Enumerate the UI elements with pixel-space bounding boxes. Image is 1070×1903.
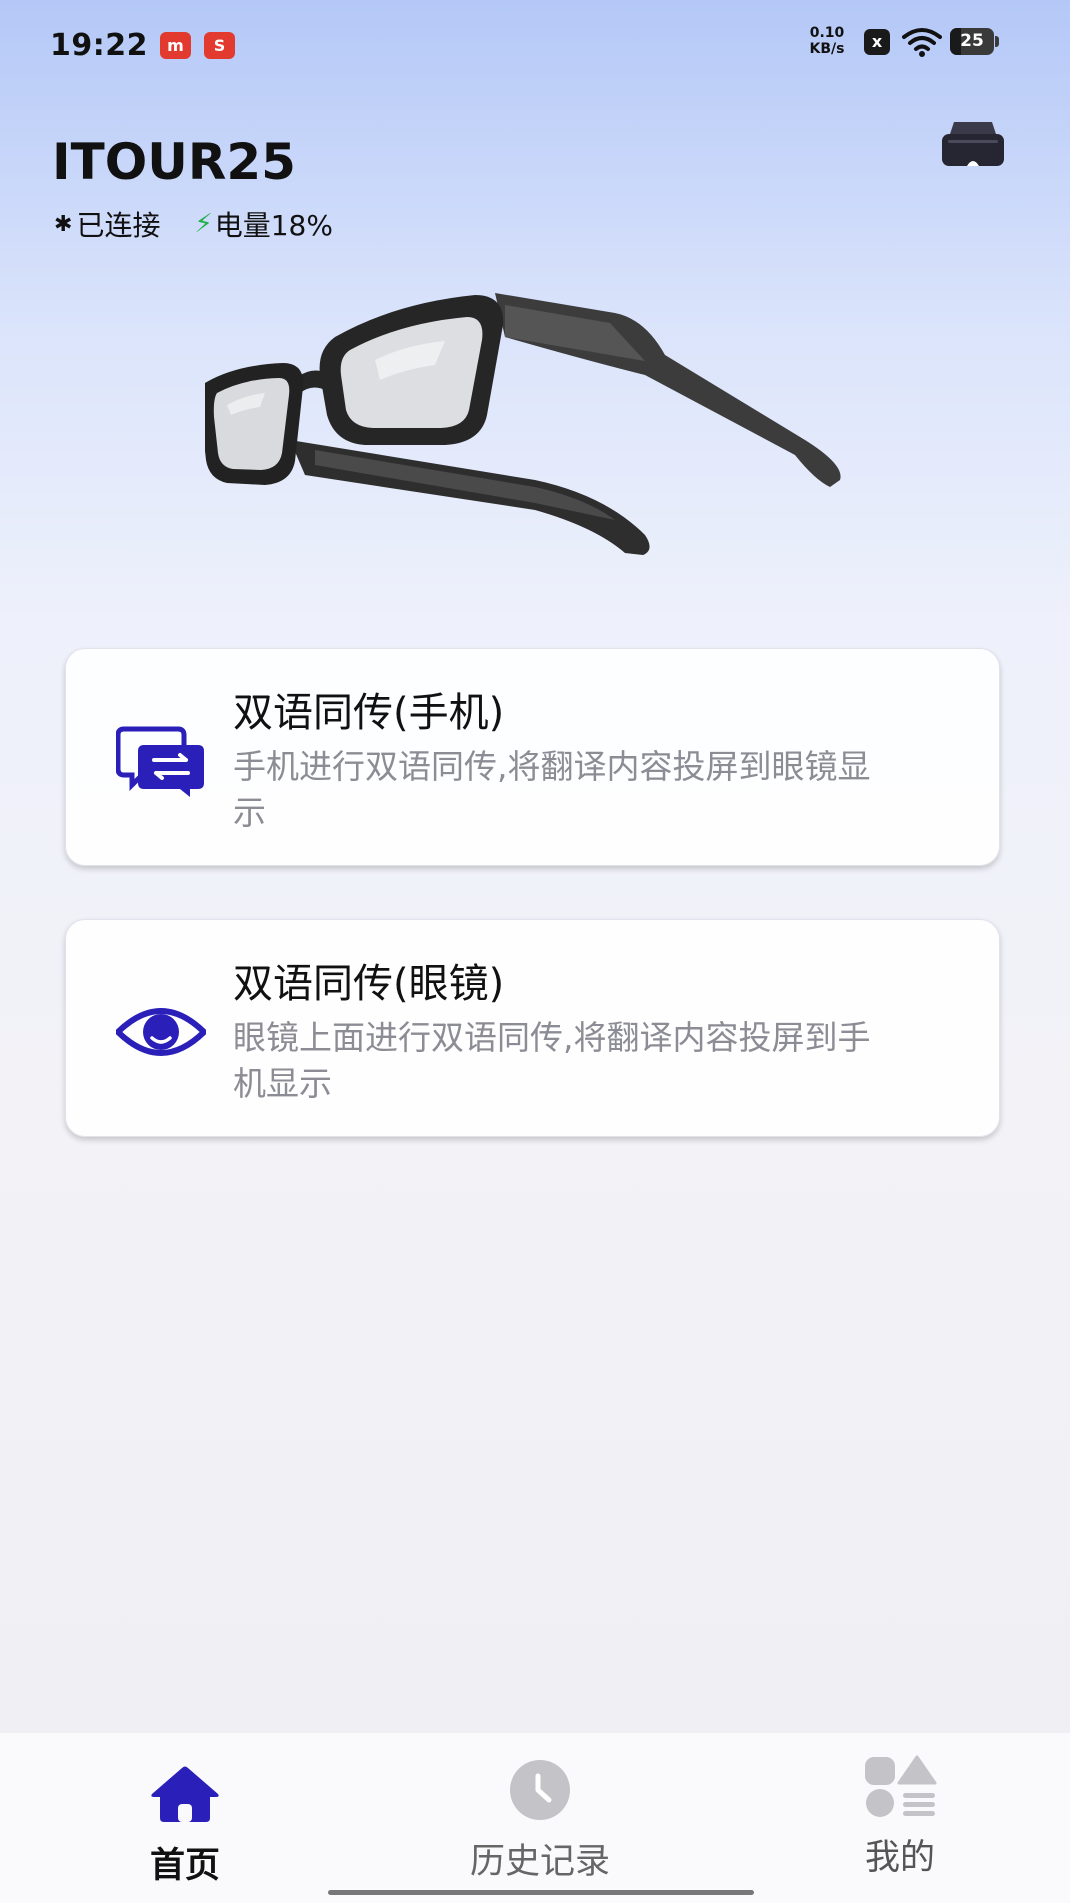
tab-mine[interactable]: 我的	[830, 1733, 970, 1883]
tab-history[interactable]: 历史记录	[430, 1733, 650, 1883]
app-notification-badge: S	[204, 32, 235, 59]
card-title: 双语同传(眼镜)	[233, 961, 505, 1007]
grid-icon	[865, 1755, 937, 1817]
connection-status: 已连接	[76, 209, 161, 242]
card-title: 双语同传(手机)	[233, 690, 505, 736]
battery-tip	[995, 36, 999, 47]
status-time: 19:22	[50, 28, 148, 63]
sim-card-icon: x	[864, 29, 890, 55]
tab-label: 首页	[149, 1846, 220, 1886]
chat-translate-icon	[116, 726, 204, 797]
home-icon	[151, 1766, 219, 1822]
bottom-tab-bar: 首页 历史记录 我的	[0, 1733, 1070, 1903]
home-indicator-bar[interactable]	[328, 1890, 754, 1895]
device-status: ✱ 已连接 ⚡ 电量18%	[54, 206, 333, 242]
network-speed: 0.10 KB/s	[802, 25, 852, 57]
feature-card-phone-translation[interactable]: 双语同传(手机) 手机进行双语同传,将翻译内容投屏到眼镜显示	[65, 648, 1000, 866]
clock-icon	[510, 1760, 570, 1820]
charging-bolt-icon: ⚡	[194, 209, 213, 239]
network-speed-value: 0.10	[809, 25, 845, 41]
card-description: 手机进行双语同传,将翻译内容投屏到眼镜显示	[233, 747, 871, 832]
card-description: 眼镜上面进行双语同传,将翻译内容投屏到手机显示	[233, 1018, 871, 1103]
battery-status: 电量18%	[214, 209, 333, 242]
bluetooth-icon: ✱	[54, 211, 73, 237]
device-name: ITOUR25	[52, 133, 296, 191]
status-bar: 19:22 m S 0.10 KB/s x 25	[0, 0, 1070, 90]
tab-label: 我的	[864, 1838, 935, 1878]
network-speed-unit: KB/s	[809, 41, 845, 57]
feature-card-glasses-translation[interactable]: 双语同传(眼镜) 眼镜上面进行双语同传,将翻译内容投屏到手机显示	[65, 919, 1000, 1137]
battery-indicator: 25	[950, 28, 1000, 55]
eye-icon	[116, 1008, 206, 1056]
battery-level: 25	[960, 31, 984, 51]
tab-label: 历史记录	[469, 1842, 610, 1882]
smart-glasses-image	[205, 293, 841, 555]
app-notification-badge: m	[160, 32, 191, 59]
tab-home[interactable]: 首页	[115, 1733, 255, 1886]
wifi-icon	[902, 28, 942, 57]
vr-glasses-icon[interactable]	[940, 118, 1006, 172]
